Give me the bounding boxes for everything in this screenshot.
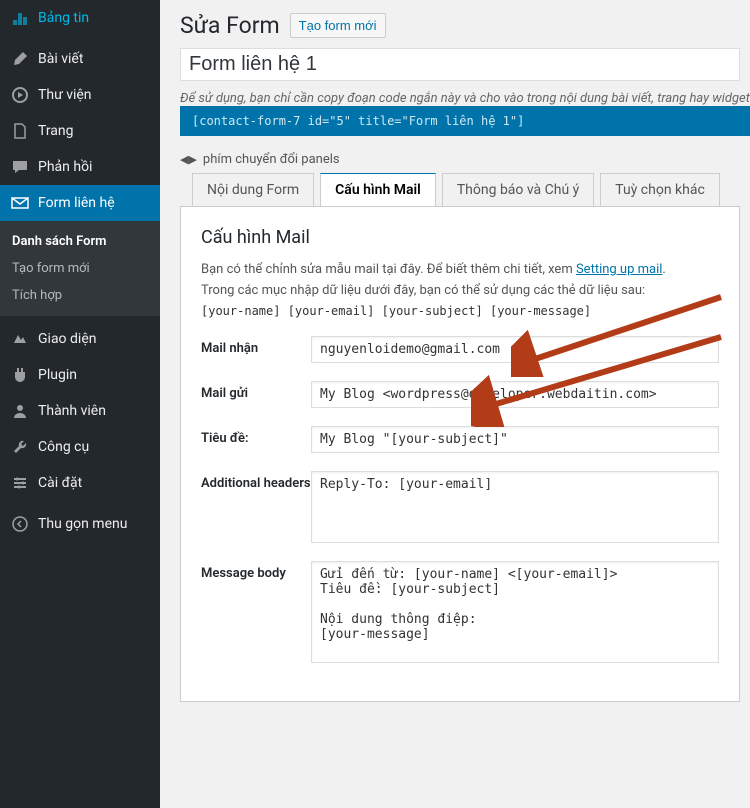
to-input[interactable] (311, 336, 719, 363)
submenu-item-form-list[interactable]: Danh sách Form (0, 228, 160, 255)
sidebar-item-label: Thành viên (38, 403, 106, 419)
field-row-to: Mail nhận (201, 336, 719, 363)
subject-label: Tiêu đề: (201, 426, 311, 446)
body-textarea[interactable] (311, 561, 719, 663)
sidebar-item-posts[interactable]: Bài viết (0, 41, 160, 77)
field-row-body: Message body (201, 561, 719, 663)
sidebar-item-label: Thu gọn menu (38, 516, 127, 532)
sidebar-item-plugins[interactable]: Plugin (0, 357, 160, 393)
page-title: Sửa Form (180, 12, 280, 39)
sidebar-item-tools[interactable]: Công cụ (0, 429, 160, 465)
sidebar-item-label: Bài viết (38, 51, 83, 67)
sidebar-item-label: Form liên hệ (38, 195, 115, 211)
to-label: Mail nhận (201, 336, 311, 356)
sidebar-item-users[interactable]: Thành viên (0, 393, 160, 429)
tab-other[interactable]: Tuỳ chọn khác (600, 173, 720, 207)
admin-sidebar: Bảng tin Bài viết Thư viện Trang Phản hồ… (0, 0, 160, 808)
mail-tags-info: Trong các mục nhập dữ liệu dưới đây, bạn… (201, 283, 719, 298)
sidebar-item-label: Công cụ (38, 439, 89, 455)
form-title-input[interactable] (180, 48, 740, 81)
new-form-button[interactable]: Tạo form mới (290, 13, 386, 38)
pin-icon (10, 49, 30, 69)
comments-icon (10, 157, 30, 177)
sidebar-item-label: Trang (38, 123, 74, 139)
panel-toggle[interactable]: ◀▶ phím chuyển đổi panels (180, 152, 750, 167)
settings-icon (10, 473, 30, 493)
headers-textarea[interactable] (311, 471, 719, 543)
shortcode-box[interactable]: [contact-form-7 id="5" title="Form liên … (180, 106, 750, 136)
sidebar-item-settings[interactable]: Cài đặt (0, 465, 160, 501)
mail-icon (10, 193, 30, 213)
intro-suffix: . (662, 262, 665, 277)
panel-toggle-label: phím chuyển đổi panels (203, 152, 340, 167)
intro-prefix: Bạn có thể chỉnh sửa mẫu mail tại đây. Đ… (201, 262, 576, 277)
appearance-icon (10, 329, 30, 349)
mail-tags: [your-name] [your-email] [your-subject] … (201, 304, 719, 318)
dashboard-icon (10, 8, 30, 28)
field-row-from: Mail gửi (201, 381, 719, 408)
media-icon (10, 85, 30, 105)
sidebar-item-label: Plugin (38, 367, 77, 383)
sidebar-item-label: Bảng tin (38, 10, 89, 26)
setting-up-mail-link[interactable]: Setting up mail (576, 262, 662, 277)
page-icon (10, 121, 30, 141)
tab-form-content[interactable]: Nội dung Form (192, 173, 314, 207)
submenu-item-new-form[interactable]: Tạo form mới (0, 255, 160, 282)
tabs: Nội dung Form Cấu hình Mail Thông báo và… (180, 173, 750, 207)
sidebar-item-appearance[interactable]: Giao diện (0, 321, 160, 357)
from-input[interactable] (311, 381, 719, 408)
tools-icon (10, 437, 30, 457)
main-content: Sửa Form Tạo form mới Để sử dụng, bạn ch… (160, 0, 750, 808)
annotation-arrow-1 (511, 287, 731, 377)
mail-panel-intro: Bạn có thể chỉnh sửa mẫu mail tại đây. Đ… (201, 262, 719, 277)
sidebar-item-pages[interactable]: Trang (0, 113, 160, 149)
sidebar-item-dashboard[interactable]: Bảng tin (0, 0, 160, 36)
sidebar-item-label: Giao diện (38, 331, 96, 347)
sidebar-submenu: Danh sách Form Tạo form mới Tích hợp (0, 221, 160, 316)
arrows-icon: ◀▶ (180, 153, 197, 166)
tab-mail-config[interactable]: Cấu hình Mail (320, 173, 436, 207)
sidebar-item-label: Phản hồi (38, 159, 92, 175)
mail-panel-heading: Cấu hình Mail (201, 227, 719, 248)
subject-input[interactable] (311, 426, 719, 453)
sidebar-item-media[interactable]: Thư viện (0, 77, 160, 113)
users-icon (10, 401, 30, 421)
sidebar-item-label: Cài đặt (38, 475, 82, 491)
sidebar-item-contact-form[interactable]: Form liên hệ (0, 185, 160, 221)
field-row-headers: Additional headers (201, 471, 719, 543)
collapse-icon (10, 514, 30, 534)
plugin-icon (10, 365, 30, 385)
tab-messages[interactable]: Thông báo và Chú ý (442, 173, 594, 207)
sidebar-item-label: Thư viện (38, 87, 92, 103)
body-label: Message body (201, 561, 311, 581)
sidebar-item-collapse[interactable]: Thu gọn menu (0, 506, 160, 542)
mail-panel: Cấu hình Mail Bạn có thể chỉnh sửa mẫu m… (180, 206, 740, 702)
headers-label: Additional headers (201, 471, 311, 491)
sidebar-item-comments[interactable]: Phản hồi (0, 149, 160, 185)
shortcode-helper-text: Để sử dụng, bạn chỉ cần copy đoạn code n… (180, 91, 750, 106)
page-title-row: Sửa Form Tạo form mới (180, 0, 750, 48)
from-label: Mail gửi (201, 381, 311, 401)
field-row-subject: Tiêu đề: (201, 426, 719, 453)
submenu-item-integration[interactable]: Tích hợp (0, 282, 160, 309)
